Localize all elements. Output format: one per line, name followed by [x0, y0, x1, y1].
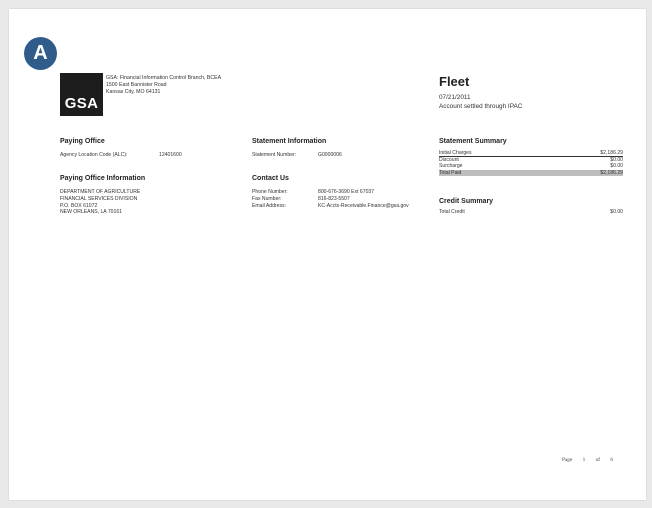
of-label: of [595, 457, 601, 463]
credit-summary-title: Credit Summary [439, 198, 494, 205]
credit-summary-table: Total Credit $0.00 [439, 209, 623, 215]
alc-label: Agency Location Code (ALC): [60, 152, 128, 158]
settlement-status: Account settled through IPAC [439, 103, 523, 110]
credit-row: Total Credit $0.00 [439, 209, 623, 215]
summary-row: Initial Charges $2,186.29 [439, 150, 623, 158]
statement-number-value: G0000006 [318, 152, 342, 158]
credit-value: $0.00 [610, 209, 623, 215]
address-line: P.O. BOX 61072 [60, 202, 98, 209]
address-line: DEPARTMENT OF AGRICULTURE [60, 189, 141, 195]
fax-label: Fax Number: [252, 195, 282, 202]
summary-value: $2,186.29 [600, 150, 623, 156]
paying-office-address: DEPARTMENT OF AGRICULTURE FINANCIAL SERV… [60, 189, 140, 216]
fax-row: Fax Number: 816-823-5507 [252, 196, 409, 203]
paying-office-info-title: Paying Office Information [60, 175, 146, 182]
alc-row: Agency Location Code (ALC): 12401600 [60, 152, 182, 159]
summary-label: Total Paid [439, 169, 462, 176]
gsa-logo: GSA [60, 73, 103, 116]
statement-number-label: Statement Number: [252, 152, 297, 158]
statement-date: 07/21/2011 [439, 94, 471, 101]
phone-label: Phone Number: [252, 189, 288, 195]
statement-number-row: Statement Number: G0000006 [252, 152, 342, 159]
page-footer: Page 1 of 6 [562, 457, 622, 463]
statement-summary-title: Statement Summary [439, 138, 507, 145]
credit-label: Total Credit [439, 209, 465, 215]
annotation-badge: A [24, 37, 57, 70]
address-line: NEW ORLEANS, LA 70161 [60, 209, 123, 216]
summary-label: Initial Charges [439, 150, 472, 156]
phone-value: 800-676-3690 Ext 67037 [318, 189, 375, 195]
address-line: FINANCIAL SERVICES DIVISION [60, 195, 138, 202]
document-meta: 07/21/2011 Account settled through IPAC [439, 93, 522, 111]
document-title: Fleet [439, 74, 470, 89]
contact-title: Contact Us [252, 175, 289, 182]
statement-summary-table: Initial Charges $2,186.29 Discount $0.00… [439, 150, 623, 176]
org-line-1: GSA: Financial Information Control Branc… [106, 75, 222, 81]
alc-value: 12401600 [159, 152, 182, 158]
paying-office-title: Paying Office [60, 138, 105, 145]
phone-row: Phone Number: 800-676-3690 Ext 67037 [252, 189, 409, 196]
summary-value: $2,186.29 [600, 169, 623, 176]
fax-value: 816-823-5507 [318, 195, 350, 202]
org-line-3: Kansas City, MO 64131 [106, 89, 161, 95]
document-page: A GSA GSA: Financial Information Control… [9, 9, 646, 500]
org-address: GSA: Financial Information Control Branc… [106, 75, 221, 96]
statement-info-title: Statement Information [252, 138, 327, 145]
email-label: Email Address: [252, 202, 286, 209]
summary-row-total: Total Paid $2,186.29 [439, 169, 623, 176]
contact-block: Phone Number: 800-676-3690 Ext 67037 Fax… [252, 189, 409, 209]
email-link[interactable]: KC-Accts-Receivable.Finance@gsa.gov [318, 203, 409, 210]
page-number: 1 [582, 457, 586, 463]
total-pages: 6 [610, 457, 614, 463]
page-label: Page [562, 457, 573, 463]
org-line-2: 1500 East Bannister Road [106, 82, 167, 88]
email-row: Email Address: KC-Accts-Receivable.Finan… [252, 203, 409, 210]
